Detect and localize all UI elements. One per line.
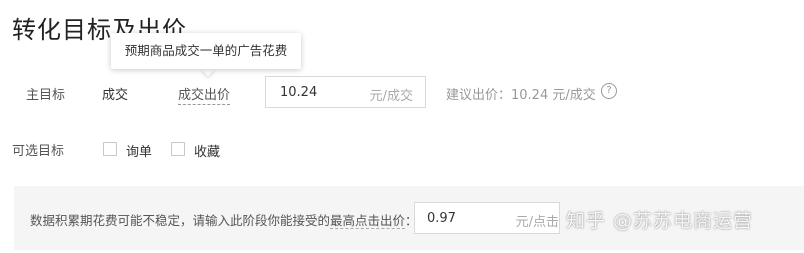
max-click-bid-input[interactable]: 0.97 元/点击 <box>414 202 560 234</box>
inquiry-checkbox[interactable] <box>103 142 117 156</box>
bid-tooltip: 预期商品成交一单的广告花费 <box>111 33 301 69</box>
main-goal-value: 成交 <box>102 88 129 103</box>
accumulation-text-prefix: 数据积累期花费可能不稳定，请输入此阶段你能接受的 <box>30 213 331 228</box>
bid-input[interactable]: 10.24 元/成交 <box>265 76 426 108</box>
conversion-goal-page: 转化目标及出价 预期商品成交一单的广告花费 主目标 成交 成交出价 10.24 … <box>0 0 804 253</box>
optional-goal-label: 可选目标 <box>12 144 65 159</box>
question-circle-icon[interactable]: ? <box>601 83 617 99</box>
max-click-bid-value: 0.97 <box>427 211 456 226</box>
max-click-bid-unit: 元/点击 <box>515 215 559 230</box>
bid-input-value: 10.24 <box>280 85 318 100</box>
inquiry-checkbox-label[interactable]: 询单 <box>126 141 152 160</box>
bid-input-unit: 元/成交 <box>369 89 413 104</box>
main-goal-label: 主目标 <box>26 88 66 103</box>
max-click-bid-term: 最高点击出价 <box>330 213 406 229</box>
bid-label[interactable]: 成交出价 <box>178 84 231 105</box>
favorite-checkbox[interactable] <box>171 142 185 156</box>
accumulation-text: 数据积累期花费可能不稳定，请输入此阶段你能接受的最高点击出价： <box>30 210 418 229</box>
suggested-bid: 建议出价：10.24 元/成交 <box>446 88 596 103</box>
favorite-checkbox-label[interactable]: 收藏 <box>194 141 220 160</box>
watermark: 知乎 @苏苏电商运营 <box>566 210 754 232</box>
